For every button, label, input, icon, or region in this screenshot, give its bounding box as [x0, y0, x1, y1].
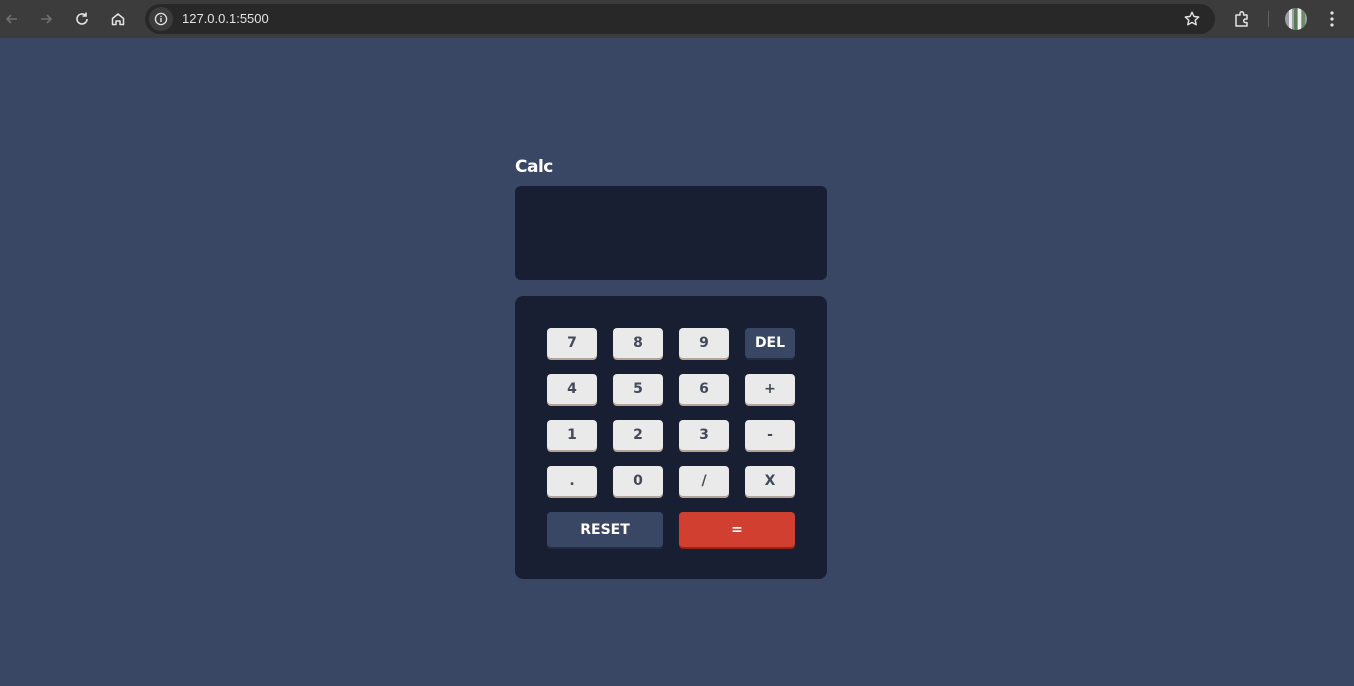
browser-toolbar: 127.0.0.1:5500: [0, 0, 1354, 38]
key-9[interactable]: 9: [679, 328, 729, 358]
key-1[interactable]: 1: [547, 420, 597, 450]
multiply-button[interactable]: X: [745, 466, 795, 496]
back-button[interactable]: [0, 7, 24, 31]
site-info-button[interactable]: [149, 7, 173, 31]
address-bar[interactable]: 127.0.0.1:5500: [145, 4, 1215, 34]
key-3[interactable]: 3: [679, 420, 729, 450]
arrow-right-icon: [41, 14, 53, 24]
key-6[interactable]: 6: [679, 374, 729, 404]
key-7[interactable]: 7: [547, 328, 597, 358]
plus-button[interactable]: +: [745, 374, 795, 404]
key-8[interactable]: 8: [613, 328, 663, 358]
forward-button[interactable]: [34, 7, 58, 31]
delete-button[interactable]: DEL: [745, 328, 795, 358]
avatar[interactable]: [1285, 8, 1307, 30]
calculator-keypad: 7 8 9 DEL 4 5 6 + 1 2 3 - . 0 / X RESET …: [515, 296, 827, 579]
equals-button[interactable]: =: [679, 512, 795, 547]
minus-button[interactable]: -: [745, 420, 795, 450]
puzzle-icon[interactable]: [1231, 8, 1253, 30]
decimal-button[interactable]: .: [547, 466, 597, 496]
toolbar-divider: [1268, 11, 1269, 27]
url-text[interactable]: 127.0.0.1:5500: [182, 11, 269, 26]
key-0[interactable]: 0: [613, 466, 663, 496]
reload-button[interactable]: [70, 7, 94, 31]
home-button[interactable]: [106, 7, 130, 31]
info-icon: [154, 12, 168, 26]
key-2[interactable]: 2: [613, 420, 663, 450]
key-5[interactable]: 5: [613, 374, 663, 404]
home-icon: [111, 13, 125, 26]
key-4[interactable]: 4: [547, 374, 597, 404]
calculator-display: [515, 186, 827, 280]
star-icon[interactable]: [1183, 10, 1201, 28]
reload-icon: [76, 12, 88, 25]
reset-button[interactable]: RESET: [547, 512, 663, 547]
more-vert-icon[interactable]: [1322, 8, 1342, 30]
calculator-title: Calc: [515, 157, 553, 177]
divide-button[interactable]: /: [679, 466, 729, 496]
arrow-left-icon: [5, 14, 17, 24]
